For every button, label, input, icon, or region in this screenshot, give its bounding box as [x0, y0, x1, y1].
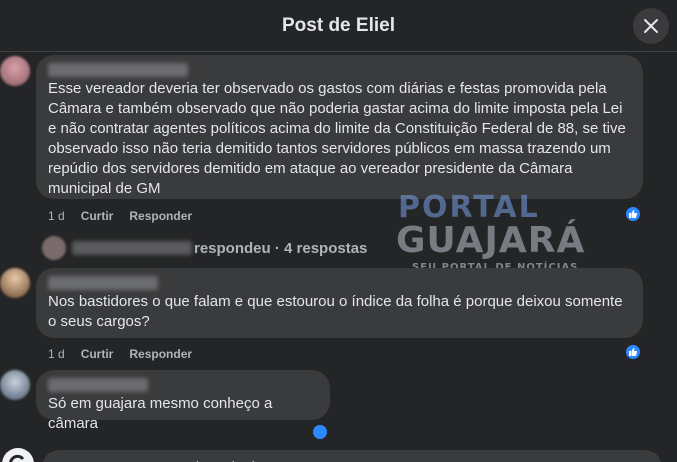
- comment-input[interactable]: [42, 450, 662, 462]
- view-replies-link[interactable]: respondeu · 4 respostas: [42, 236, 367, 260]
- comment-bubble: Esse vereador deveria ter observado os g…: [36, 55, 643, 199]
- comment-time[interactable]: 1 d: [48, 209, 65, 223]
- modal-header: Post de Eliel: [0, 0, 677, 52]
- comment-text: Nos bastidores o que falam e que estouro…: [48, 293, 623, 330]
- comment-bubble: Nos bastidores o que falam e que estouro…: [36, 268, 643, 338]
- comment-text: Só em guajara mesmo conheço a câmara: [48, 395, 273, 432]
- comment-actions: 1 d Curtir Responder: [48, 347, 192, 361]
- post-modal: Post de Eliel Esse vereador deveria ter …: [0, 0, 677, 462]
- like-button[interactable]: Curtir: [81, 209, 114, 223]
- thumbs-up-icon: [629, 210, 638, 218]
- avatar[interactable]: [0, 370, 30, 400]
- like-reaction-badge[interactable]: [624, 343, 642, 361]
- portal-guajara-avatar[interactable]: [2, 448, 34, 462]
- replier-names-blurred: [72, 241, 192, 255]
- close-icon: [644, 19, 658, 33]
- close-button[interactable]: [633, 8, 669, 44]
- like-reaction-badge[interactable]: [624, 205, 642, 223]
- commenter-name-blurred[interactable]: [48, 63, 188, 77]
- modal-title: Post de Eliel: [282, 14, 395, 36]
- reply-button[interactable]: Responder: [129, 347, 192, 361]
- replies-summary-text: respondeu · 4 respostas: [194, 239, 368, 257]
- comment-actions: 1 d Curtir Responder: [48, 209, 192, 223]
- thumbs-up-icon: [629, 348, 638, 356]
- avatar: [42, 236, 66, 260]
- reply-button[interactable]: Responder: [129, 209, 192, 223]
- portal-guajara-logo-icon: [9, 454, 25, 462]
- comment-bubble: Só em guajara mesmo conheço a câmara: [36, 370, 330, 432]
- comment-text: Esse vereador deveria ter observado os g…: [48, 80, 626, 197]
- comment-composer: [0, 440, 677, 462]
- watermark-line2: GUAJARÁ: [396, 220, 586, 261]
- commenter-name-blurred[interactable]: [48, 378, 148, 392]
- like-button[interactable]: Curtir: [81, 347, 114, 361]
- portal-guajara-watermark: PORTAL GUAJARÁ SEU PORTAL DE NOTÍCIAS: [390, 190, 590, 280]
- avatar[interactable]: [0, 56, 30, 86]
- like-reaction-badge[interactable]: [313, 425, 327, 439]
- avatar[interactable]: [0, 268, 30, 298]
- comment-time[interactable]: 1 d: [48, 347, 65, 361]
- commenter-name-blurred[interactable]: [48, 276, 158, 290]
